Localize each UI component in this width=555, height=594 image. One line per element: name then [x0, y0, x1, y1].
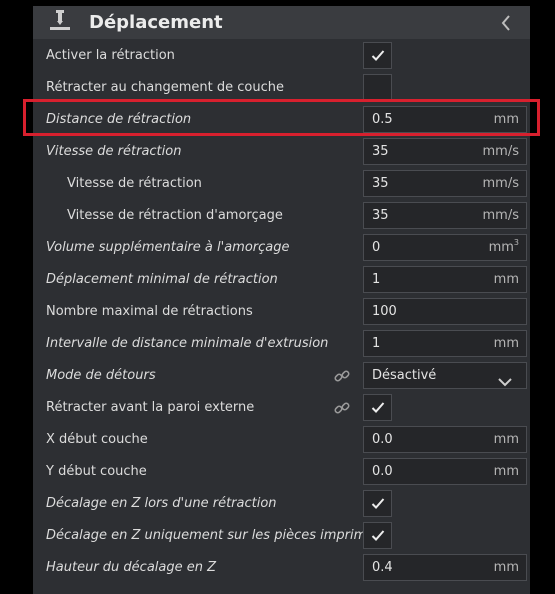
input-value: 1 — [372, 336, 381, 351]
setting-label: Rétracter avant la paroi externe — [46, 400, 255, 415]
setting-row-mode-de-detours: Mode de détours Désactivé — [33, 360, 530, 392]
unit-text: mm/s — [482, 208, 519, 223]
setting-input[interactable]: 0 mm3 — [363, 234, 527, 261]
highlight-box — [23, 99, 540, 136]
input-value: 100 — [372, 304, 397, 319]
input-value: 0.0 — [372, 464, 393, 479]
setting-label: Mode de détours — [46, 368, 156, 383]
unit-text: mm/s — [482, 176, 519, 191]
travel-settings-icon — [50, 10, 70, 30]
setting-label: Activer la rétraction — [46, 48, 175, 63]
link-icon[interactable] — [334, 368, 350, 384]
setting-row-nombre-maximal-de-retractions: Nombre maximal de rétractions 100 — [33, 296, 530, 328]
setting-label: Hauteur du décalage en Z — [46, 560, 217, 575]
setting-row-decalage-en-z-lors-d-une-retraction: Décalage en Z lors d'une rétraction — [33, 488, 530, 520]
chevron-left-icon[interactable] — [500, 14, 512, 32]
link-icon[interactable] — [334, 400, 350, 416]
unit-text: mm — [493, 272, 519, 287]
input-value: 1 — [372, 272, 381, 287]
setting-label: Vitesse de rétraction — [67, 176, 202, 191]
unit-text: mm — [493, 464, 519, 479]
check-icon — [371, 50, 385, 61]
unit-label: mm/s — [483, 176, 519, 192]
setting-row-intervalle-de-distance-minimale-d-extrusion: Intervalle de distance minimale d'extrus… — [33, 328, 530, 360]
setting-input[interactable]: 1 mm — [363, 266, 527, 293]
unit-label: mm/s — [483, 208, 519, 224]
input-value: 0.0 — [372, 432, 393, 447]
setting-label: Rétracter au changement de couche — [46, 80, 284, 95]
input-value: 35 — [372, 176, 389, 191]
unit-label: mm — [494, 432, 519, 448]
check-icon — [371, 498, 385, 509]
setting-dropdown[interactable]: Désactivé — [363, 362, 527, 389]
setting-input[interactable]: 35 mm/s — [363, 202, 527, 229]
input-value: 0 — [372, 240, 381, 255]
setting-label: Nombre maximal de rétractions — [46, 304, 253, 319]
setting-checkbox[interactable] — [363, 394, 392, 421]
check-icon — [371, 530, 385, 541]
check-icon — [371, 402, 385, 413]
unit-label: mm3 — [488, 238, 519, 256]
setting-row-vitesse-de-retraction: Vitesse de rétraction 35 mm/s — [33, 136, 530, 168]
setting-checkbox[interactable] — [363, 42, 392, 69]
setting-row-x-debut-couche: X début couche 0.0 mm — [33, 424, 530, 456]
input-value: 0.4 — [372, 560, 393, 575]
unit-text: mm — [493, 432, 519, 447]
setting-input[interactable]: 100 — [363, 298, 527, 325]
unit-label: mm/s — [483, 144, 519, 160]
setting-label: X début couche — [46, 432, 148, 447]
setting-label: Décalage en Z uniquement sur les pièces … — [46, 528, 390, 543]
unit-label: mm — [494, 464, 519, 480]
setting-input[interactable]: 0.4 mm — [363, 554, 527, 581]
setting-label: Décalage en Z lors d'une rétraction — [46, 496, 277, 511]
setting-row-deplacement-minimal-de-retraction: Déplacement minimal de rétraction 1 mm — [33, 264, 530, 296]
setting-checkbox[interactable] — [363, 74, 392, 101]
setting-input[interactable]: 1 mm — [363, 330, 527, 357]
chevron-down-icon — [498, 378, 512, 387]
unit-text: mm — [493, 560, 519, 575]
setting-row-volume-supplementaire-a-l-amorcage: Volume supplémentaire à l'amorçage 0 mm3 — [33, 232, 530, 264]
setting-label: Y début couche — [46, 464, 147, 479]
setting-label: Vitesse de rétraction — [46, 144, 182, 159]
setting-input[interactable]: 0.0 mm — [363, 458, 527, 485]
unit-text: mm/s — [482, 144, 519, 159]
unit-label: mm — [494, 272, 519, 288]
setting-label: Déplacement minimal de rétraction — [46, 272, 278, 287]
setting-row-retracter-avant-la-paroi-externe: Rétracter avant la paroi externe — [33, 392, 530, 424]
input-value: 35 — [372, 208, 389, 223]
setting-row-activer-la-retraction: Activer la rétraction — [33, 40, 530, 72]
setting-checkbox[interactable] — [363, 490, 392, 517]
setting-input[interactable]: 35 mm/s — [363, 138, 527, 165]
dropdown-value: Désactivé — [372, 368, 437, 383]
setting-row-vitesse-de-retraction-d-amorcage: Vitesse de rétraction d'amorçage 35 mm/s — [33, 200, 530, 232]
setting-checkbox[interactable] — [363, 522, 392, 549]
setting-label: Vitesse de rétraction d'amorçage — [67, 208, 283, 223]
input-value: 35 — [372, 144, 389, 159]
unit-superscript: 3 — [513, 238, 519, 247]
unit-label: mm — [494, 336, 519, 352]
setting-label: Volume supplémentaire à l'amorçage — [46, 240, 290, 255]
unit-text: mm — [493, 336, 519, 351]
unit-label: mm — [494, 560, 519, 576]
setting-row-decalage-en-z-uniquement-sur-les-pieces-imprimees: Décalage en Z uniquement sur les pièces … — [33, 520, 530, 552]
unit-text: mm — [488, 240, 514, 255]
setting-row-y-debut-couche: Y début couche 0.0 mm — [33, 456, 530, 488]
category-title: Déplacement — [89, 12, 223, 33]
setting-label: Intervalle de distance minimale d'extrus… — [46, 336, 329, 351]
setting-row-hauteur-du-decalage-en-z: Hauteur du décalage en Z 0.4 mm — [33, 552, 530, 584]
setting-input[interactable]: 0.0 mm — [363, 426, 527, 453]
setting-input[interactable]: 35 mm/s — [363, 170, 527, 197]
setting-row-vitesse-de-retraction: Vitesse de rétraction 35 mm/s — [33, 168, 530, 200]
